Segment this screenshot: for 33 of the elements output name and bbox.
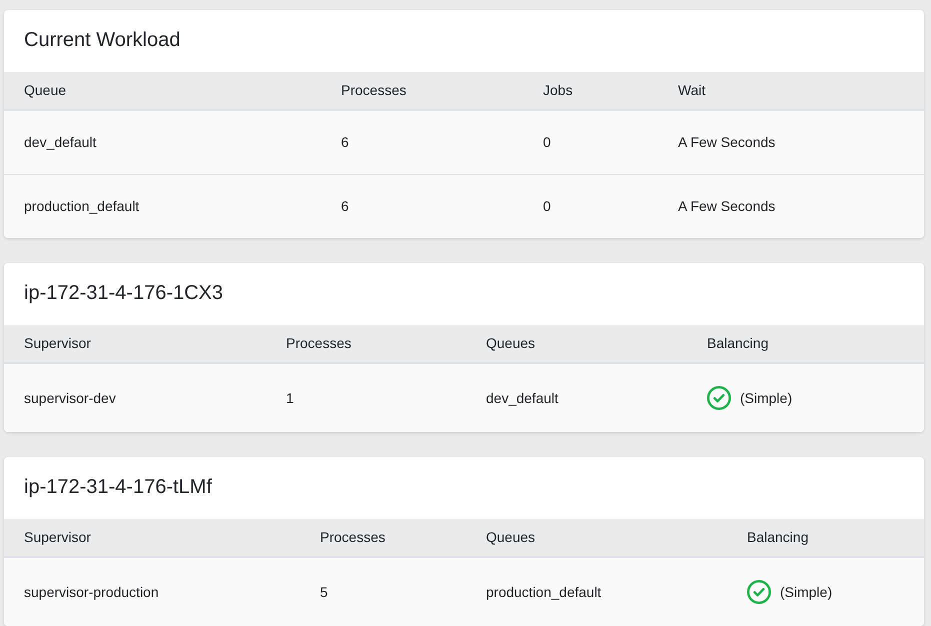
card-title: Current Workload: [23, 28, 182, 53]
column-header: Queue: [23, 81, 68, 100]
column-header: Queues: [485, 528, 536, 547]
table-cell-text: 1: [285, 388, 295, 408]
table-cell-text: 0: [542, 133, 552, 152]
balancing-label: (Simple): [780, 582, 832, 602]
column-header: Balancing: [746, 528, 810, 547]
table-cell-text: 6: [340, 197, 350, 216]
column-header: Supervisor: [23, 334, 92, 353]
table-cell-text: production_default: [485, 582, 602, 602]
table-cell-text: dev_default: [23, 133, 98, 152]
table-cell-text: production_default: [23, 197, 140, 216]
table-cell-text: A Few Seconds: [677, 133, 776, 152]
column-header: Wait: [677, 81, 706, 100]
column-header: Balancing: [706, 334, 770, 353]
check-circle-icon: [707, 386, 731, 410]
column-header: Processes: [340, 81, 408, 100]
column-header: Supervisor: [23, 528, 92, 547]
table-cell-text: 6: [340, 133, 350, 152]
column-header: Processes: [319, 528, 386, 547]
card-title: ip-172-31-4-176-tLMf: [23, 475, 213, 500]
balancing-label: (Simple): [740, 388, 792, 408]
table-cell-text: dev_default: [485, 388, 560, 408]
table-cell-text: supervisor-production: [23, 582, 160, 602]
column-header: Processes: [285, 334, 352, 353]
table-cell-text: 0: [542, 197, 552, 216]
column-header: Queues: [485, 334, 536, 353]
table-cell-text: 5: [319, 582, 329, 602]
table-cell-text: supervisor-dev: [23, 388, 117, 408]
card-title: ip-172-31-4-176-1CX3: [23, 281, 224, 306]
check-circle-icon: [747, 580, 771, 604]
column-header: Jobs: [542, 81, 574, 100]
table-cell-text: A Few Seconds: [677, 197, 776, 216]
